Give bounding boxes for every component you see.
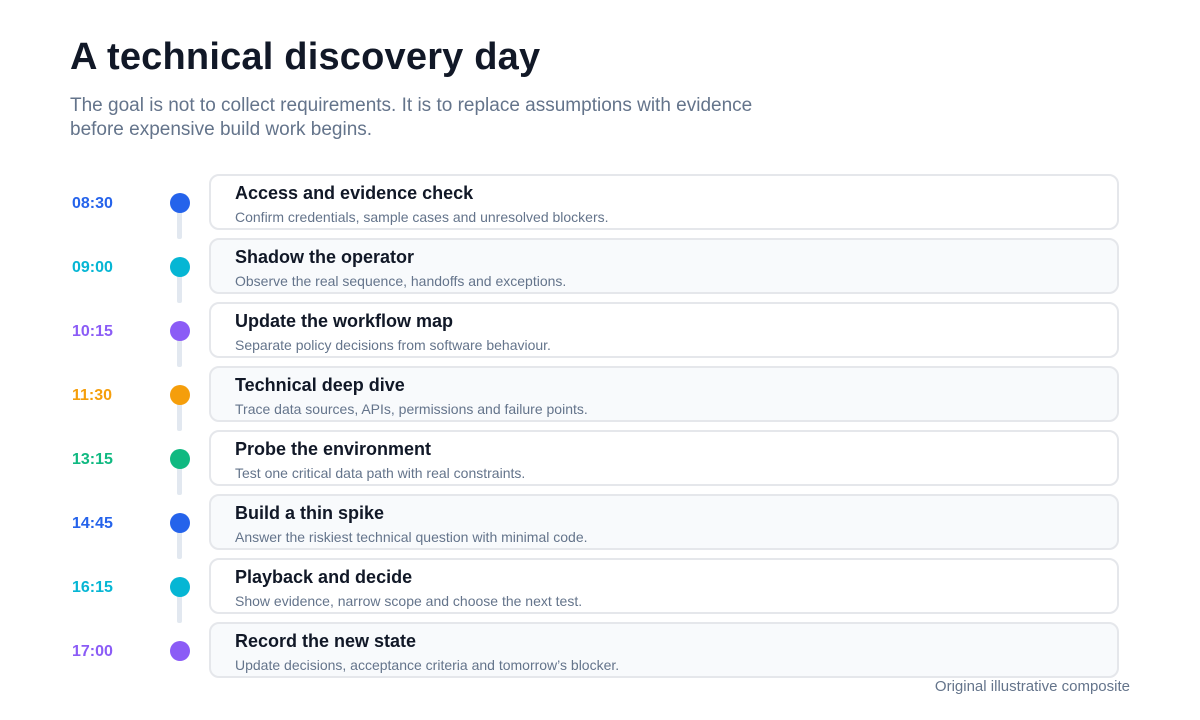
timeline-step: 14:45 Build a thin spike Answer the riskie… [0, 494, 1200, 559]
step-title: Technical deep dive [235, 375, 405, 395]
step-card: Update the workflow map Separate policy d… [209, 302, 1119, 358]
step-time: 08:30 [72, 195, 113, 212]
timeline-dot [170, 385, 190, 405]
step-description: Separate policy decisions from software … [235, 337, 551, 353]
step-description: Trace data sources, APIs, permissions an… [235, 401, 588, 417]
step-title: Build a thin spike [235, 503, 385, 523]
timeline-step: 10:15 Update the workflow map Separate pol… [0, 302, 1200, 367]
timeline-dot [170, 193, 190, 213]
step-description: Update decisions, acceptance criteria an… [235, 657, 620, 673]
timeline-dot [170, 577, 190, 597]
step-time: 16:15 [72, 579, 113, 596]
step-description: Answer the riskiest technical question w… [235, 529, 588, 545]
timeline-step: 11:30 Technical deep dive Trace data sourc… [0, 366, 1200, 431]
step-time: 11:30 [72, 387, 113, 404]
timeline-step: 13:15 Probe the environment Test one criti… [0, 430, 1200, 495]
timeline-connector [177, 531, 182, 559]
step-title: Shadow the operator [235, 247, 415, 267]
timeline-connector [177, 275, 182, 303]
timeline-connector [177, 467, 182, 495]
step-card: Access and evidence check Confirm credent… [209, 174, 1119, 230]
step-card: Record the new state Update decisions, ac… [209, 622, 1119, 678]
step-description: Confirm credentials, sample cases and un… [235, 209, 609, 225]
step-card: Playback and decide Show evidence, narrow… [209, 558, 1119, 614]
step-title: Playback and decide [235, 567, 413, 587]
footnote: Original illustrative composite [934, 678, 1130, 695]
timeline-connector [177, 403, 182, 431]
timeline-connector [177, 211, 182, 239]
timeline-step: 08:30 Access and evidence check Confirm cr… [0, 174, 1200, 239]
step-time: 13:15 [72, 451, 113, 468]
timeline-step: 09:00 Shadow the operator Observe the real… [0, 238, 1200, 303]
timeline-dot [170, 449, 190, 469]
timeline-connector [177, 595, 182, 623]
timeline-step: 17:00 Record the new state Update decision… [0, 622, 1200, 682]
page-subtitle: The goal is not to collect requirements.… [70, 95, 753, 140]
step-title: Probe the environment [235, 439, 432, 459]
timeline-dot [170, 513, 190, 533]
step-description: Observe the real sequence, handoffs and … [235, 273, 567, 289]
step-card: Technical deep dive Trace data sources, A… [209, 366, 1119, 422]
step-card: Probe the environment Test one critical d… [209, 430, 1119, 486]
timeline-dot [170, 641, 190, 661]
timeline-connector [177, 339, 182, 367]
timeline-dot [170, 257, 190, 277]
step-description: Show evidence, narrow scope and choose t… [235, 593, 583, 609]
step-time: 10:15 [72, 323, 113, 340]
page-title: A technical discovery day [70, 36, 541, 78]
step-title: Access and evidence check [235, 183, 474, 203]
step-time: 09:00 [72, 259, 113, 276]
timeline-step: 16:15 Playback and decide Show evidence, n… [0, 558, 1200, 623]
step-time: 14:45 [72, 515, 113, 532]
timeline-dot [170, 321, 190, 341]
step-title: Update the workflow map [235, 311, 454, 331]
step-card: Shadow the operator Observe the real sequ… [209, 238, 1119, 294]
step-card: Build a thin spike Answer the riskiest te… [209, 494, 1119, 550]
step-title: Record the new state [235, 631, 417, 651]
step-description: Test one critical data path with real co… [235, 465, 526, 481]
step-time: 17:00 [72, 643, 113, 660]
